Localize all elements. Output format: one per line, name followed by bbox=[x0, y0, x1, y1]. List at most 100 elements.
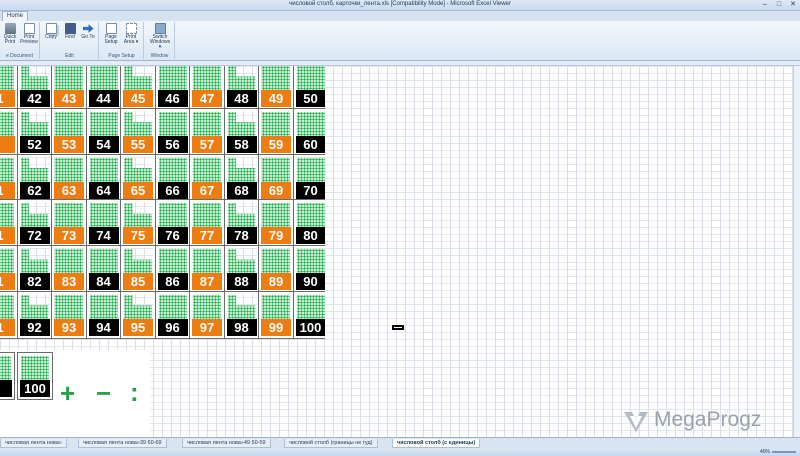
sheet-tab[interactable]: числовая лента нова»39 60-69 bbox=[78, 439, 167, 448]
card-number: 77 bbox=[192, 227, 222, 245]
dots-picture bbox=[20, 249, 49, 276]
sheet-tab[interactable]: числовой столб (границы не гуд) bbox=[284, 439, 378, 448]
page-setup-button[interactable]: Page Setup bbox=[102, 23, 120, 51]
number-card: 44 bbox=[85, 66, 122, 110]
dots-picture bbox=[0, 356, 11, 382]
card-number: 64 bbox=[88, 181, 119, 199]
group-label-edit: Edit bbox=[65, 53, 74, 59]
plus-sign: + bbox=[60, 378, 76, 408]
printer-icon bbox=[4, 23, 16, 34]
number-card: 73 bbox=[51, 199, 87, 248]
card-number: 74 bbox=[88, 227, 119, 245]
sheet-tab-active[interactable]: числовой столб (с единицы) bbox=[392, 439, 481, 448]
number-card: 58 bbox=[223, 107, 260, 156]
number-card: 63 bbox=[51, 153, 87, 202]
quick-print-button[interactable]: Quick Print bbox=[1, 23, 19, 51]
card-number: 59 bbox=[261, 135, 291, 153]
dots-picture bbox=[0, 157, 14, 184]
sheet-tab[interactable]: числовая лента нова»49 50-59 bbox=[182, 439, 271, 448]
number-card: 89 bbox=[258, 245, 294, 294]
dots-picture bbox=[124, 203, 152, 230]
tab-home[interactable]: Home bbox=[2, 11, 29, 21]
print-preview-button[interactable]: Print Preview bbox=[20, 23, 38, 51]
card-number: 97 bbox=[192, 319, 222, 336]
number-card: 48 bbox=[223, 66, 260, 110]
dots-picture bbox=[21, 356, 49, 382]
watermark-text: MegaProgz bbox=[654, 408, 762, 431]
vertical-scrollbar[interactable] bbox=[793, 66, 800, 437]
copy-button[interactable]: Copy bbox=[42, 23, 60, 51]
card-number: 93 bbox=[54, 319, 84, 336]
quick-print-label: Quick Print bbox=[3, 34, 17, 45]
card-number: 52 bbox=[19, 135, 50, 153]
card-number: 57 bbox=[192, 135, 222, 153]
dots-picture bbox=[158, 249, 187, 276]
dots-picture bbox=[193, 249, 221, 276]
number-card: 98 bbox=[223, 291, 260, 339]
number-card: 43 bbox=[51, 66, 87, 110]
number-card: 100 bbox=[292, 291, 325, 339]
card-number: 66 bbox=[157, 181, 188, 199]
card-number: 48 bbox=[226, 90, 257, 107]
dots-picture bbox=[227, 66, 256, 92]
card-number: 100 bbox=[20, 380, 50, 397]
status-bar: 40% bbox=[0, 448, 800, 456]
dots-picture bbox=[227, 157, 256, 184]
dots-picture bbox=[20, 111, 49, 138]
minimize-icon[interactable]: – bbox=[758, 0, 772, 10]
go-to-button[interactable]: Go To bbox=[79, 23, 97, 51]
zoom-level[interactable]: 40% bbox=[760, 448, 770, 456]
switch-windows-label: Switch Windows ▾ bbox=[149, 34, 171, 50]
number-card: 65 bbox=[120, 153, 156, 202]
number-card: 50 bbox=[292, 66, 325, 110]
card-number: 87 bbox=[192, 273, 222, 291]
card-number: 80 bbox=[295, 227, 325, 245]
switch-windows-icon bbox=[154, 23, 166, 34]
card-number: 45 bbox=[123, 90, 153, 107]
dots-picture bbox=[124, 295, 152, 321]
group-label-document: e Document bbox=[6, 53, 33, 59]
print-area-button[interactable]: Print Area ▾ bbox=[122, 23, 140, 51]
card-number: 54 bbox=[88, 135, 119, 153]
dots-picture bbox=[20, 203, 49, 230]
number-card: 82 bbox=[16, 245, 53, 294]
dots-picture bbox=[0, 66, 14, 92]
card-number: 56 bbox=[157, 135, 188, 153]
sheet-tab[interactable]: числовая лента нова» bbox=[0, 439, 67, 448]
window-title: числовой столб, карточки_лента.xls [Comp… bbox=[289, 1, 511, 7]
dots-picture bbox=[20, 295, 49, 321]
number-card: 1 bbox=[0, 66, 18, 110]
dots-picture bbox=[296, 66, 325, 92]
number-card: 70 bbox=[292, 153, 325, 202]
dots-picture bbox=[124, 111, 152, 138]
close-icon[interactable]: ✕ bbox=[786, 0, 800, 10]
switch-windows-button[interactable]: Switch Windows ▾ bbox=[148, 23, 172, 51]
card-number: 1 bbox=[0, 273, 15, 291]
number-card: 76 bbox=[154, 199, 191, 248]
card-number: 0 bbox=[0, 380, 12, 397]
dots-picture bbox=[193, 203, 221, 230]
find-button[interactable]: Find bbox=[61, 23, 79, 51]
page-setup-label: Page Setup bbox=[104, 34, 118, 45]
card-number: 94 bbox=[88, 319, 119, 336]
card-number: 95 bbox=[123, 319, 153, 336]
active-cell[interactable] bbox=[392, 325, 404, 330]
dots-picture bbox=[296, 157, 325, 184]
card-number: 78 bbox=[226, 227, 257, 245]
print-preview-label: Print Preview bbox=[20, 34, 38, 45]
dots-picture bbox=[262, 111, 290, 138]
dots-picture bbox=[227, 249, 256, 276]
card-number: 96 bbox=[157, 319, 188, 336]
zoom-slider[interactable] bbox=[772, 451, 796, 453]
card-number: 50 bbox=[295, 90, 325, 107]
dots-picture bbox=[193, 111, 221, 138]
card-number: 68 bbox=[226, 181, 257, 199]
dots-picture bbox=[193, 295, 221, 321]
dots-picture bbox=[124, 157, 152, 184]
number-card: 95 bbox=[120, 291, 156, 339]
number-card: 74 bbox=[85, 199, 122, 248]
dots-picture bbox=[0, 249, 14, 276]
card-number: 55 bbox=[123, 135, 153, 153]
maximize-icon[interactable]: □ bbox=[772, 0, 786, 10]
number-card: 99 bbox=[258, 291, 294, 339]
